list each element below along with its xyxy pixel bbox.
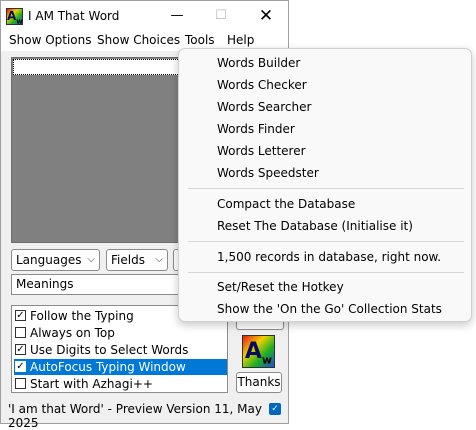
menu-item-words-letterer[interactable]: Words Letterer xyxy=(217,144,306,158)
fields-label: Fields xyxy=(111,253,145,267)
maximize-icon: ☐ xyxy=(215,8,227,23)
menu-tools[interactable]: Tools xyxy=(185,33,215,47)
title-bar: Aw I AM That Word — ☐ ✕ xyxy=(1,1,288,31)
window-title: I AM That Word xyxy=(28,9,120,23)
option-use-digits[interactable]: ✓ Use Digits to Select Words xyxy=(14,342,227,358)
menu-show-options[interactable]: Show Options xyxy=(9,33,92,47)
close-icon[interactable]: ✕ xyxy=(246,1,286,31)
menu-item-reset-database[interactable]: Reset The Database (Initialise it) xyxy=(217,219,413,233)
app-logo-icon[interactable]: Aw xyxy=(6,8,23,25)
menu-separator xyxy=(188,272,464,273)
menu-item-collection-stats[interactable]: Show the 'On the Go' Collection Stats xyxy=(217,302,442,316)
menu-item-records-count[interactable]: 1,500 records in database, right now. xyxy=(217,250,441,264)
option-always-on-top[interactable]: Always on Top xyxy=(14,325,227,341)
languages-dropdown[interactable]: Languages ⌵ xyxy=(11,249,100,271)
option-label: Start with Azhagi++ xyxy=(30,377,153,391)
checkbox-checked[interactable]: ✓ xyxy=(15,344,26,355)
menu-item-words-speedster[interactable]: Words Speedster xyxy=(217,166,319,180)
minimize-icon[interactable]: — xyxy=(157,1,197,31)
checkbox-unchecked[interactable] xyxy=(15,378,26,389)
azhagi-logo-icon[interactable]: Aw xyxy=(242,335,275,368)
option-autofocus-typing[interactable]: ✓ AutoFocus Typing Window xyxy=(14,359,227,375)
checkbox-checked[interactable]: ✓ xyxy=(15,310,26,321)
languages-label: Languages xyxy=(16,253,82,267)
menu-item-words-finder[interactable]: Words Finder xyxy=(217,122,295,136)
option-start-azhagi[interactable]: Start with Azhagi++ xyxy=(14,376,227,392)
option-label: Always on Top xyxy=(30,326,115,340)
menu-item-compact-database[interactable]: Compact the Database xyxy=(217,197,355,211)
menu-separator xyxy=(188,241,464,242)
checkbox-checked[interactable]: ✓ xyxy=(15,361,26,372)
status-checkbox[interactable]: ✓ xyxy=(269,403,281,415)
chevron-down-icon: ⌵ xyxy=(155,254,163,265)
option-label: Use Digits to Select Words xyxy=(30,343,189,357)
menu-show-choices[interactable]: Show Choices xyxy=(97,33,180,47)
menu-item-words-builder[interactable]: Words Builder xyxy=(217,56,300,70)
thanks-button[interactable]: Thanks xyxy=(236,372,282,393)
menu-help[interactable]: Help xyxy=(227,33,254,47)
menu-item-words-searcher[interactable]: Words Searcher xyxy=(217,100,311,114)
tools-menu-popup: Words Builder Words Checker Words Search… xyxy=(178,48,472,322)
option-label: Follow the Typing xyxy=(30,309,134,323)
menu-item-set-hotkey[interactable]: Set/Reset the Hotkey xyxy=(217,280,344,294)
chevron-down-icon: ⌵ xyxy=(87,254,95,265)
checkbox-unchecked[interactable] xyxy=(15,327,26,338)
fields-dropdown[interactable]: Fields ⌵ xyxy=(106,249,168,271)
option-label: AutoFocus Typing Window xyxy=(30,360,186,374)
menu-separator xyxy=(188,188,464,189)
menu-item-words-checker[interactable]: Words Checker xyxy=(217,78,307,92)
